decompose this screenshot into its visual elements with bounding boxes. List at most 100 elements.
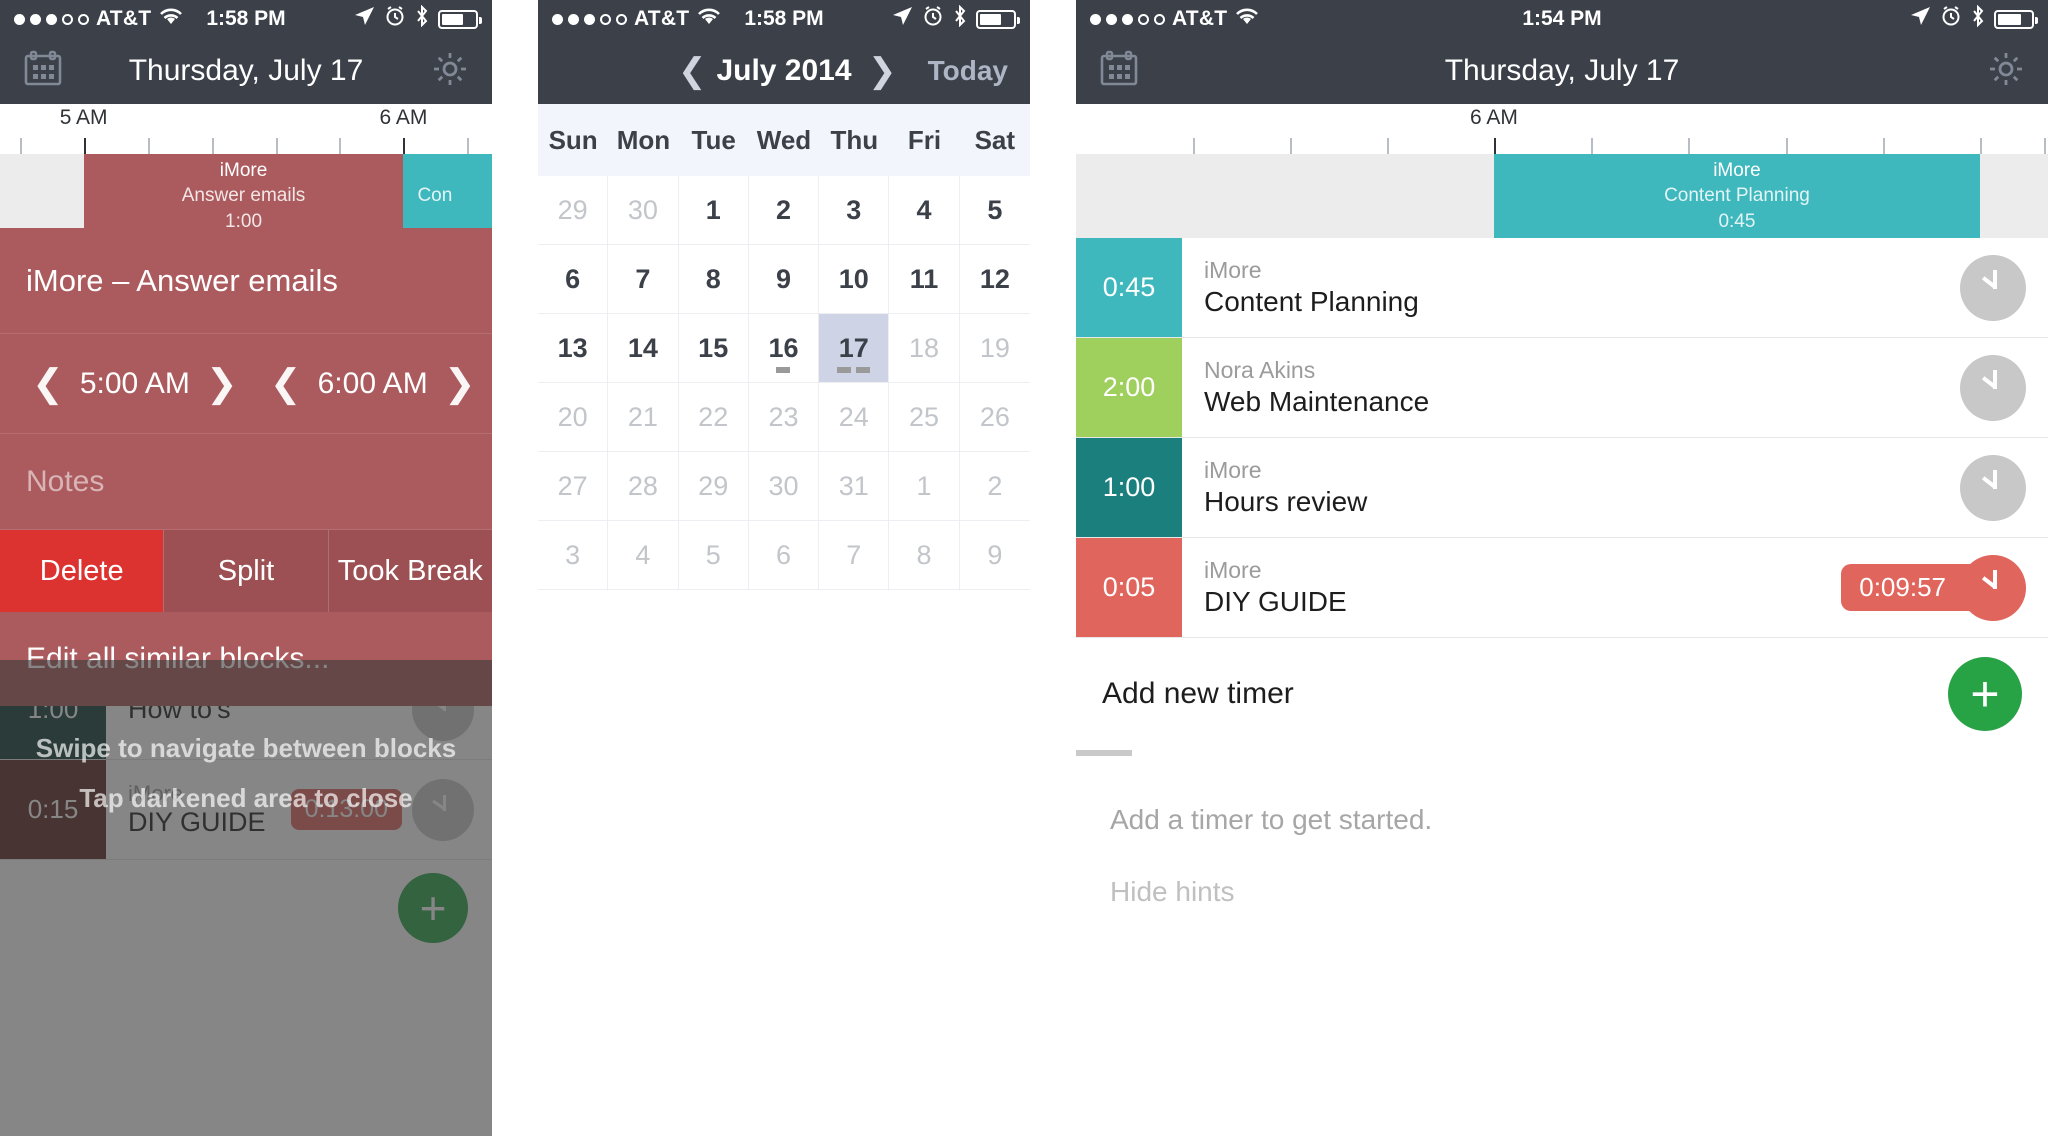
- calendar-day-1[interactable]: 1: [889, 452, 960, 521]
- calendar-day-16[interactable]: 16: [748, 314, 820, 383]
- timer-row[interactable]: 1:00 iMore Hours review: [1076, 438, 2048, 538]
- timer-duration: 1:00: [1076, 438, 1182, 537]
- calendar-day-14[interactable]: 14: [608, 314, 679, 383]
- calendar-day-7[interactable]: 7: [819, 521, 890, 590]
- timeline-block-client: iMore: [1713, 159, 1761, 181]
- chevron-left-icon[interactable]: ❮: [32, 365, 64, 403]
- calendar-day-2[interactable]: 2: [748, 176, 820, 245]
- calendar-icon[interactable]: [1098, 48, 1140, 95]
- today-button[interactable]: Today: [928, 55, 1008, 87]
- block-title: iMore – Answer emails: [0, 228, 492, 334]
- wifi-icon: [158, 6, 184, 32]
- timer-row[interactable]: 2:00 Nora Akins Web Maintenance: [1076, 338, 2048, 438]
- calendar-day-8[interactable]: 8: [889, 521, 960, 590]
- calendar-day-8[interactable]: 8: [678, 245, 749, 314]
- timer-list: 0:45 iMore Content Planning 2:00 Nora Akins W…: [1076, 238, 2048, 638]
- calendar-day-12[interactable]: 12: [959, 245, 1030, 314]
- timeline-ruler[interactable]: 6 AM iMore Content Planning 0:45: [1076, 104, 2048, 238]
- calendar-day-9[interactable]: 9: [748, 245, 820, 314]
- screenshot-stage: AT&T 1:58 PM Thursday, July 17 5 AM 6 AM…: [0, 0, 2048, 1136]
- calendar-day-26[interactable]: 26: [959, 383, 1030, 452]
- calendar-day-24[interactable]: 24: [819, 383, 890, 452]
- calendar-day-2[interactable]: 2: [959, 452, 1030, 521]
- calendar-day-5[interactable]: 5: [959, 176, 1030, 245]
- calendar-day-4[interactable]: 4: [889, 176, 960, 245]
- calendar-day-28[interactable]: 28: [608, 452, 679, 521]
- chevron-left-icon[interactable]: ❮: [270, 365, 302, 403]
- calendar-day-9[interactable]: 9: [959, 521, 1030, 590]
- calendar-day-30[interactable]: 30: [608, 176, 679, 245]
- carrier-label: AT&T: [634, 7, 690, 30]
- end-time-stepper[interactable]: ❮ 6:00 AM ❯: [238, 365, 476, 403]
- calendar-day-6[interactable]: 6: [538, 245, 609, 314]
- calendar-day-7[interactable]: 7: [608, 245, 679, 314]
- calendar-day-13[interactable]: 13: [538, 314, 609, 383]
- calendar-day-3[interactable]: 3: [538, 521, 609, 590]
- calendar-day-29[interactable]: 29: [678, 452, 749, 521]
- block-detail-sheet: iMore – Answer emails ❮ 5:00 AM ❯ ❮ 6:00…: [0, 228, 492, 706]
- bluetooth-icon: [415, 4, 429, 33]
- calendar-day-25[interactable]: 25: [889, 383, 960, 452]
- add-new-timer-label: Add new timer: [1102, 677, 1294, 710]
- calendar-day-number: 19: [979, 332, 1010, 363]
- hint-swipe: Swipe to navigate between blocks: [35, 733, 457, 763]
- timer-row[interactable]: 0:05 iMore DIY GUIDE 0:09:57: [1076, 538, 2048, 638]
- calendar-day-30[interactable]: 30: [748, 452, 820, 521]
- calendar-day-19[interactable]: 19: [959, 314, 1030, 383]
- next-month-button[interactable]: ❯: [868, 54, 897, 88]
- calendar-day-number: 9: [987, 539, 1003, 570]
- clock-icon[interactable]: [1960, 454, 2026, 521]
- timeline-block[interactable]: Con: [403, 154, 492, 238]
- calendar-day-number: 25: [909, 401, 940, 432]
- hint-tap-close: Tap darkened area to close: [79, 783, 413, 813]
- notes-input[interactable]: Notes: [0, 434, 492, 530]
- plus-icon[interactable]: +: [1948, 657, 2022, 731]
- delete-button[interactable]: Delete: [0, 530, 164, 612]
- calendar-day-1[interactable]: 1: [678, 176, 749, 245]
- chevron-right-icon[interactable]: ❯: [444, 365, 476, 403]
- weekday-sun: Sun: [548, 124, 598, 155]
- gear-icon[interactable]: [430, 49, 470, 94]
- calendar-day-number: 21: [627, 401, 658, 432]
- split-button[interactable]: Split: [163, 530, 328, 612]
- timer-client: iMore: [1204, 456, 1262, 483]
- calendar-day-3[interactable]: 3: [819, 176, 890, 245]
- calendar-day-18[interactable]: 18: [889, 314, 960, 383]
- took-break-button[interactable]: Took Break: [327, 530, 492, 612]
- day-activity-marks: [776, 367, 791, 373]
- alarm-icon: [1940, 5, 1962, 33]
- hide-hints-button[interactable]: Hide hints: [1076, 856, 2048, 928]
- calendar-day-21[interactable]: 21: [608, 383, 679, 452]
- calendar-day-number: 7: [846, 539, 862, 570]
- calendar-day-23[interactable]: 23: [748, 383, 820, 452]
- calendar-day-11[interactable]: 11: [889, 245, 960, 314]
- clock-icon[interactable]: [1960, 354, 2026, 421]
- calendar-icon[interactable]: [22, 48, 64, 95]
- timeline-block[interactable]: iMore Content Planning 0:45: [1493, 154, 1980, 238]
- phone-screen-block-detail: AT&T 1:58 PM Thursday, July 17 5 AM 6 AM…: [0, 0, 492, 1136]
- chevron-right-icon[interactable]: ❯: [206, 365, 238, 403]
- weekday-fri: Fri: [907, 124, 942, 155]
- timeline-block[interactable]: iMore Answer emails 1:00: [83, 154, 404, 238]
- calendar-day-20[interactable]: 20: [538, 383, 609, 452]
- calendar-day-10[interactable]: 10: [819, 245, 890, 314]
- prev-month-button[interactable]: ❮: [678, 54, 707, 88]
- calendar-day-5[interactable]: 5: [678, 521, 749, 590]
- calendar-day-4[interactable]: 4: [608, 521, 679, 590]
- calendar-day-31[interactable]: 31: [819, 452, 890, 521]
- gear-icon[interactable]: [1986, 49, 2026, 94]
- dim-overlay[interactable]: [0, 660, 492, 1136]
- calendar-day-6[interactable]: 6: [748, 521, 820, 590]
- calendar-day-27[interactable]: 27: [538, 452, 609, 521]
- timer-row[interactable]: 0:45 iMore Content Planning: [1076, 238, 2048, 338]
- calendar-day-22[interactable]: 22: [678, 383, 749, 452]
- timeline-block-client: iMore: [219, 159, 268, 181]
- start-time-stepper[interactable]: ❮ 5:00 AM ❯: [0, 365, 238, 403]
- timeline-ruler[interactable]: 5 AM 6 AM iMore Answer emails 1:00 Con: [0, 104, 492, 238]
- add-new-timer-row[interactable]: Add new timer +: [1076, 638, 2048, 750]
- clock-icon[interactable]: [1960, 254, 2026, 321]
- calendar-day-17[interactable]: 17: [819, 314, 890, 383]
- calendar-day-29[interactable]: 29: [538, 176, 609, 245]
- clock-icon[interactable]: [1960, 554, 2026, 621]
- calendar-day-15[interactable]: 15: [678, 314, 749, 383]
